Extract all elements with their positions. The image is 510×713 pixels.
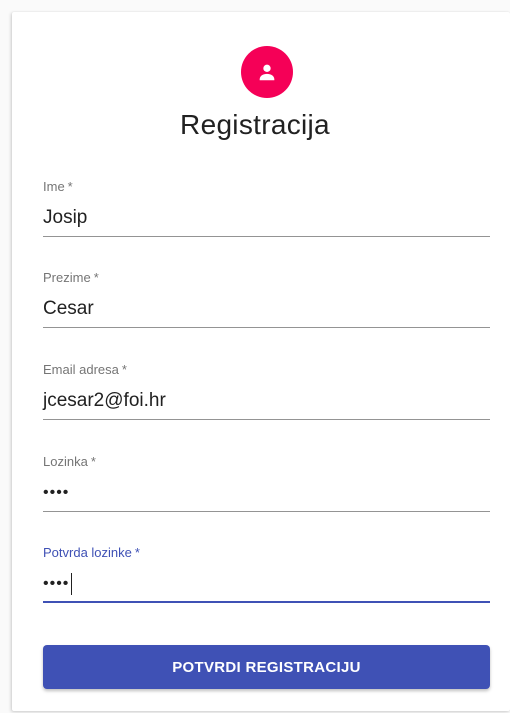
email-input[interactable]: jcesar2@foi.hr [43,388,490,414]
first-name-label: Ime * [43,179,73,194]
person-icon [259,64,275,81]
confirm-password-underline [43,601,490,603]
page: Registracija Ime * Josip Prezime * Cesar E… [0,0,510,713]
email-label: Email adresa * [43,362,127,377]
confirm-password-field[interactable]: Potvrda lozinke * •••• [43,545,490,605]
password-field[interactable]: Lozinka * •••• [43,454,490,514]
confirm-password-input[interactable]: •••• [43,571,490,597]
last-name-label: Prezime * [43,270,99,285]
last-name-input[interactable]: Cesar [43,296,490,322]
last-name-field[interactable]: Prezime * Cesar [43,270,490,330]
first-name-input[interactable]: Josip [43,205,490,231]
email-underline [43,419,490,420]
confirm-password-label: Potvrda lozinke * [43,545,140,560]
submit-registration-button[interactable]: POTVRDI REGISTRACIJU [43,645,490,689]
text-caret [71,572,73,595]
password-underline [43,511,490,512]
first-name-field[interactable]: Ime * Josip [43,179,490,239]
password-input[interactable]: •••• [43,480,490,506]
page-title: Registracija [180,109,330,140]
password-label: Lozinka * [43,454,96,469]
avatar [241,46,293,98]
last-name-underline [43,327,490,328]
first-name-underline [43,236,490,237]
confirm-password-value: •••• [43,575,70,592]
email-field[interactable]: Email adresa * jcesar2@foi.hr [43,362,490,422]
